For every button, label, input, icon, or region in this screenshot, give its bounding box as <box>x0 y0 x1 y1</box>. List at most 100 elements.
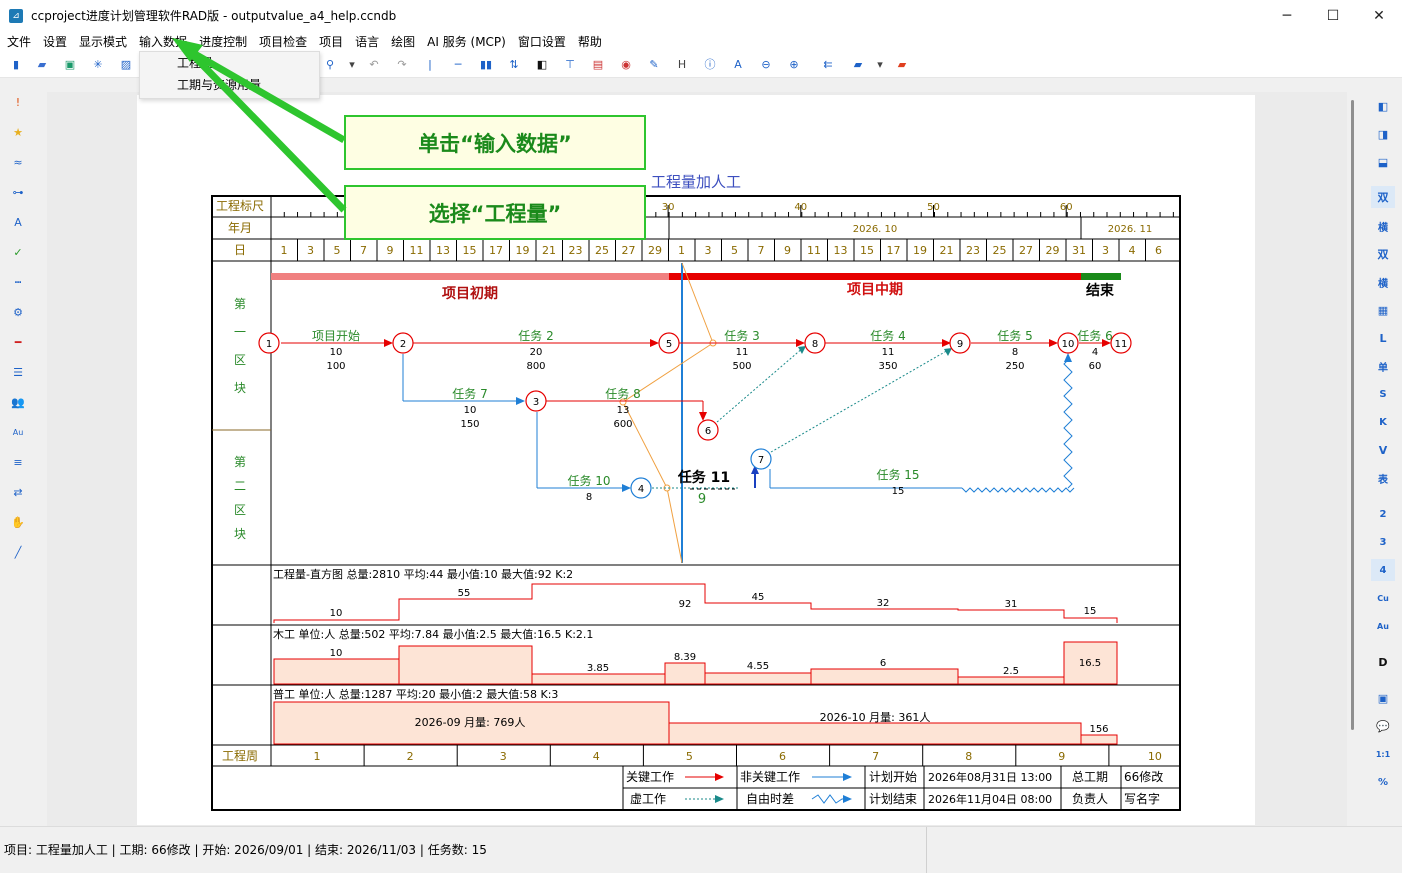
day-label: 9 <box>387 244 394 257</box>
phase-label-mid: 项目中期 <box>847 281 903 298</box>
task-quantity: 60 <box>1089 361 1102 372</box>
day-label: 5 <box>334 244 341 257</box>
legend-critical-label: 关键工作 <box>626 770 674 784</box>
histogram-title: 木工 单位:人 总量:502 平均:7.84 最小值:2.5 最大值:16.5 … <box>273 627 593 641</box>
day-label: 25 <box>595 244 609 257</box>
histogram-3-value: 2026-09 月量: 769人 <box>415 716 526 729</box>
histogram-2-bar <box>664 662 706 685</box>
node-number: 7 <box>758 455 764 466</box>
histogram-2-value: 16.5 <box>1079 658 1101 669</box>
dummy-arrowhead <box>798 346 806 354</box>
free-float-zigzag-vertical <box>1063 359 1073 489</box>
histogram-2-bar <box>957 676 1065 685</box>
histogram-3-bar <box>668 722 1082 745</box>
noncritical-arrowhead <box>1064 353 1072 362</box>
task-duration: 11 <box>736 347 749 358</box>
day-label: 17 <box>489 244 503 257</box>
callout-click-input-data: 单击“输入数据” <box>344 115 646 170</box>
day-label: 15 <box>463 244 477 257</box>
day-row-label: 日 <box>234 243 246 257</box>
day-label: 7 <box>758 244 765 257</box>
day-label: 29 <box>1046 244 1060 257</box>
histogram-2-bar <box>704 672 812 685</box>
task-duration: 13 <box>617 405 630 416</box>
noncritical-arrowhead <box>516 397 525 405</box>
input-data-dropdown: 工程量 工期与资源用量 <box>139 51 320 99</box>
chart-title: 工程量加人工 <box>651 173 741 191</box>
callout-select-quantity: 选择“工程量” <box>344 185 646 240</box>
week-label: 6 <box>779 750 786 763</box>
node-number: 8 <box>812 339 818 350</box>
node-number: 6 <box>705 426 711 437</box>
legend-plan-start-label: 计划开始 <box>869 770 917 784</box>
task-name: 任务 2 <box>518 328 553 343</box>
week-label: 5 <box>686 750 693 763</box>
day-label: 7 <box>360 244 367 257</box>
phase-label-end: 结束 <box>1086 282 1115 299</box>
legend-noncritical-head <box>843 773 852 781</box>
phase-bar-mid <box>669 273 1081 280</box>
task-name: 任务 15 <box>876 467 919 482</box>
legend-plan-end-label: 计划结束 <box>869 792 917 806</box>
task-duration: 20 <box>530 347 543 358</box>
task-quantity: 800 <box>526 361 545 372</box>
week-label: 9 <box>1058 750 1065 763</box>
histogram-1-value: 10 <box>330 608 343 619</box>
day-label: 27 <box>622 244 636 257</box>
day-label: 25 <box>993 244 1007 257</box>
task-quantity: 100 <box>326 361 345 372</box>
histogram-2-value: 8.39 <box>674 652 696 663</box>
day-label: 27 <box>1019 244 1033 257</box>
legend-plan-end-value: 2026年11月04日 08:00 <box>928 792 1052 806</box>
histogram-3-value: 156 <box>1089 724 1108 735</box>
histogram-2-bar <box>810 668 959 685</box>
day-label: 13 <box>436 244 450 257</box>
status-divider <box>926 827 927 873</box>
task-name: 任务 4 <box>870 328 905 343</box>
zone1-label-char: 区 <box>234 353 246 367</box>
day-label: 3 <box>705 244 712 257</box>
month-label-nov: 2026. 11 <box>1108 224 1153 235</box>
task-quantity: 250 <box>1005 361 1024 372</box>
day-label: 13 <box>834 244 848 257</box>
zone2-label-char: 第 <box>234 455 246 469</box>
day-label: 31 <box>1072 244 1086 257</box>
legend-noncritical-label: 非关键工作 <box>740 770 800 784</box>
histogram-1-value: 92 <box>679 599 692 610</box>
histogram-title: 工程量-直方图 总量:2810 平均:44 最小值:10 最大值:92 K:2 <box>273 567 573 581</box>
month-row-label: 年月 <box>228 221 252 235</box>
node-number: 2 <box>400 339 406 350</box>
task-quantity: 350 <box>878 361 897 372</box>
histogram-2-value: 3.85 <box>587 663 609 674</box>
histogram-3-bar <box>1080 734 1118 745</box>
histogram-2-bar <box>531 673 666 685</box>
zone2-label-char: 二 <box>234 479 246 493</box>
histogram-1-line <box>273 583 1118 623</box>
critical-arrowhead <box>1049 339 1058 347</box>
task-quantity: 150 <box>460 419 479 430</box>
week-label: 8 <box>965 750 972 763</box>
free-float-zigzag <box>961 487 1075 493</box>
critical-arrowhead <box>384 339 393 347</box>
menu-item-duration-resources[interactable]: 工期与资源用量 <box>140 74 319 96</box>
day-label: 29 <box>648 244 662 257</box>
histogram-1-value: 31 <box>1005 599 1018 610</box>
day-label: 11 <box>410 244 424 257</box>
menu-item-quantity[interactable]: 工程量 <box>140 52 319 74</box>
node-number: 11 <box>1115 339 1128 350</box>
day-label: 21 <box>542 244 556 257</box>
task-name: 任务 3 <box>724 328 759 343</box>
day-label: 3 <box>307 244 314 257</box>
histogram-2-value: 10 <box>330 648 343 659</box>
week-label: 2 <box>407 750 414 763</box>
legend-critical-head <box>715 773 724 781</box>
zone1-label-char: 块 <box>234 381 246 395</box>
orange-line <box>666 487 683 564</box>
histogram-1-value: 32 <box>877 598 890 609</box>
orange-line <box>622 401 668 489</box>
day-label: 17 <box>887 244 901 257</box>
day-label: 9 <box>784 244 791 257</box>
zone2-label-char: 块 <box>234 527 246 541</box>
task-quantity: 600 <box>613 419 632 430</box>
week-label: 7 <box>872 750 879 763</box>
